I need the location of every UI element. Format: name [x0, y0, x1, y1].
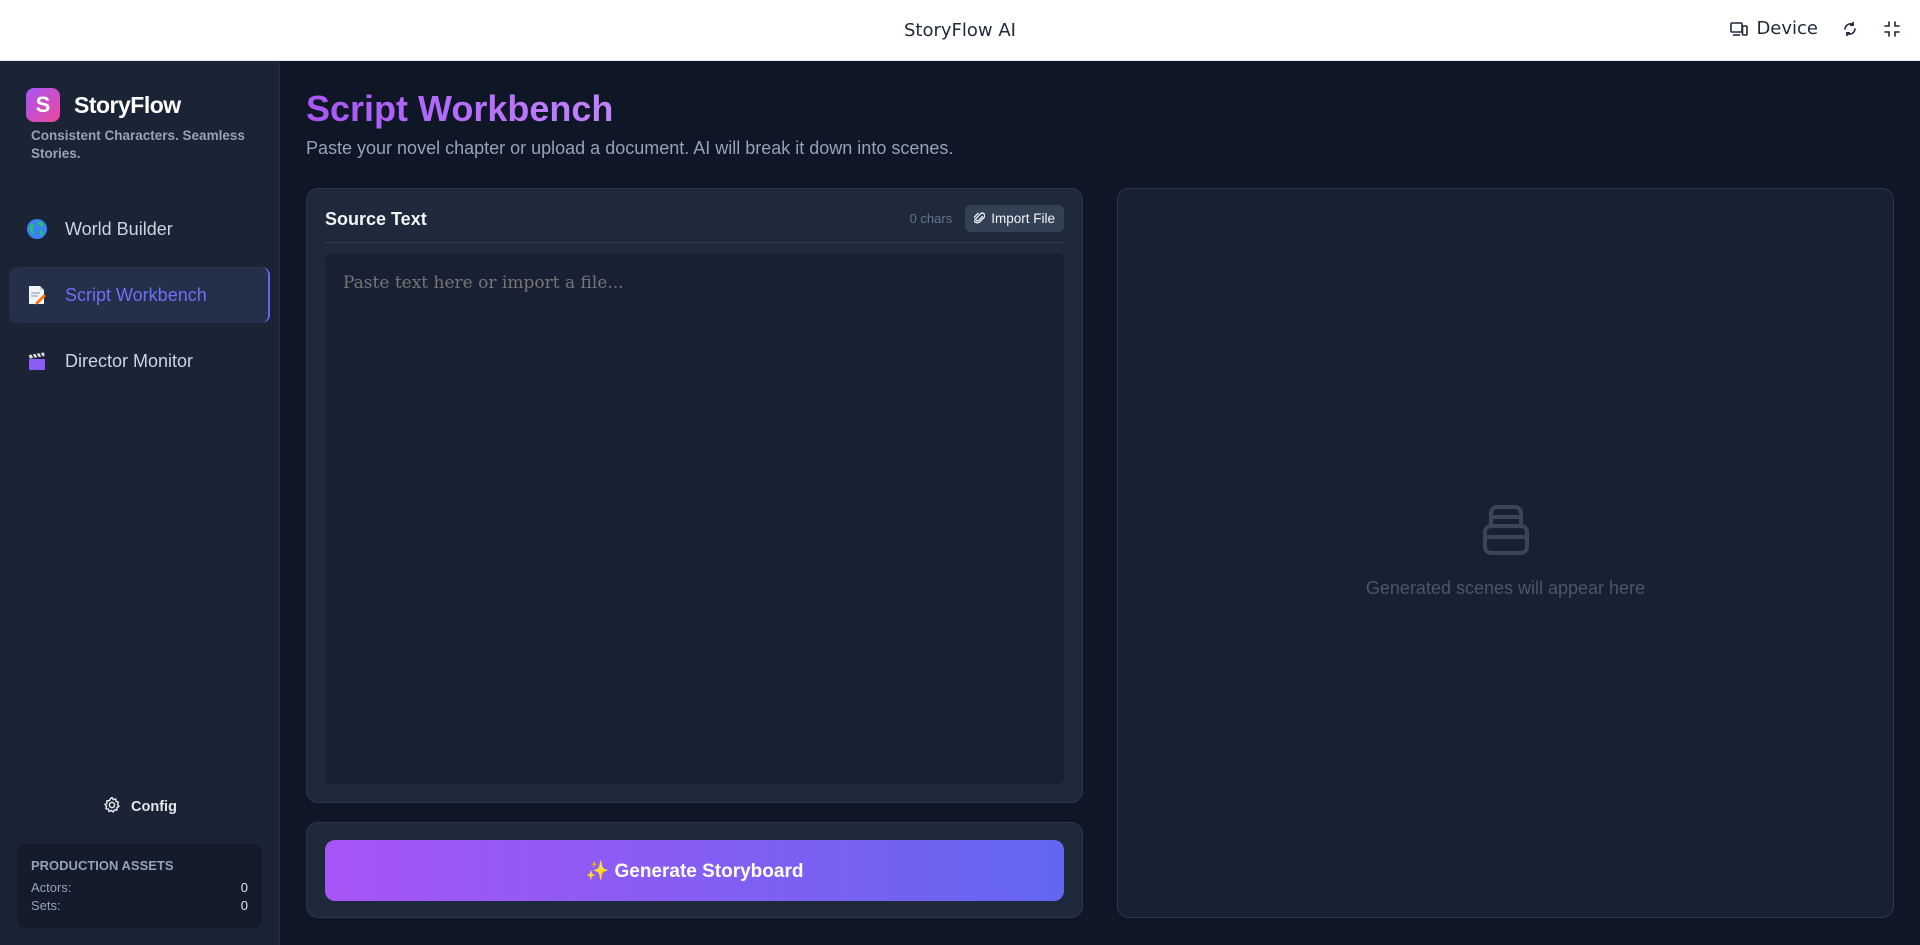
- rotate-icon[interactable]: [1840, 19, 1860, 39]
- config-label: Config: [131, 799, 177, 815]
- source-panel-actions: 0 chars Import File: [910, 205, 1064, 232]
- collapse-icon[interactable]: [1882, 19, 1902, 39]
- source-text-input[interactable]: [325, 253, 1064, 784]
- sidebar: S StoryFlow Consistent Characters. Seaml…: [0, 61, 280, 945]
- page-subtitle: Paste your novel chapter or upload a doc…: [306, 138, 954, 158]
- page-title: Script Workbench: [306, 88, 614, 129]
- sets-count: 0: [240, 898, 248, 913]
- clapper-icon: [26, 350, 48, 372]
- import-file-button[interactable]: Import File: [965, 205, 1064, 232]
- sidebar-item-world-builder[interactable]: World Builder: [9, 201, 270, 257]
- config-button[interactable]: Config: [0, 796, 280, 818]
- sidebar-item-script-workbench[interactable]: Script Workbench: [9, 267, 270, 323]
- gear-icon: [103, 796, 121, 818]
- paperclip-icon: [973, 211, 986, 227]
- archive-icon: [1476, 499, 1536, 564]
- brand-name: StoryFlow: [74, 91, 181, 118]
- scenes-panel: Generated scenes will appear here: [1117, 188, 1894, 918]
- device-button[interactable]: Device: [1729, 18, 1818, 39]
- source-panel-title: Source Text: [325, 209, 427, 229]
- source-panel-header: Source Text 0 chars Import File: [325, 205, 1064, 243]
- actors-count: 0: [240, 880, 248, 895]
- memo-icon: [26, 284, 48, 306]
- generate-storyboard-button[interactable]: ✨ Generate Storyboard: [325, 840, 1064, 901]
- sidebar-item-label: Script Workbench: [65, 284, 207, 305]
- assets-title: PRODUCTION ASSETS: [31, 858, 174, 873]
- globe-icon: [26, 218, 48, 240]
- generate-panel: ✨ Generate Storyboard: [306, 822, 1083, 918]
- sets-row: Sets: 0: [31, 897, 248, 915]
- source-text-panel: Source Text 0 chars Import File: [306, 188, 1083, 803]
- actors-label: Actors:: [31, 880, 72, 895]
- sidebar-item-label: Director Monitor: [65, 350, 194, 371]
- production-assets-card: PRODUCTION ASSETS Actors: 0 Sets: 0: [17, 844, 262, 928]
- sidebar-item-director-monitor[interactable]: Director Monitor: [9, 333, 270, 389]
- import-file-label: Import File: [991, 211, 1055, 226]
- scenes-empty-text: Generated scenes will appear here: [1365, 578, 1646, 598]
- scenes-empty-state: Generated scenes will appear here: [1118, 499, 1893, 599]
- device-label: Device: [1756, 18, 1818, 39]
- char-count: 0 chars: [909, 211, 953, 226]
- app-title: StoryFlow AI: [904, 20, 1016, 41]
- sets-label: Sets:: [31, 898, 61, 913]
- sidebar-nav: World Builder Script Workbench Director …: [9, 201, 270, 399]
- sidebar-item-label: World Builder: [65, 218, 173, 239]
- top-bar: StoryFlow AI Device: [0, 0, 1920, 61]
- top-bar-actions: Device: [1729, 18, 1902, 39]
- device-icon: [1729, 19, 1749, 39]
- brand[interactable]: S StoryFlow: [26, 88, 181, 122]
- brand-logo: S: [26, 88, 60, 122]
- actors-row: Actors: 0: [31, 879, 248, 897]
- brand-tagline: Consistent Characters. Seamless Stories.: [31, 128, 245, 161]
